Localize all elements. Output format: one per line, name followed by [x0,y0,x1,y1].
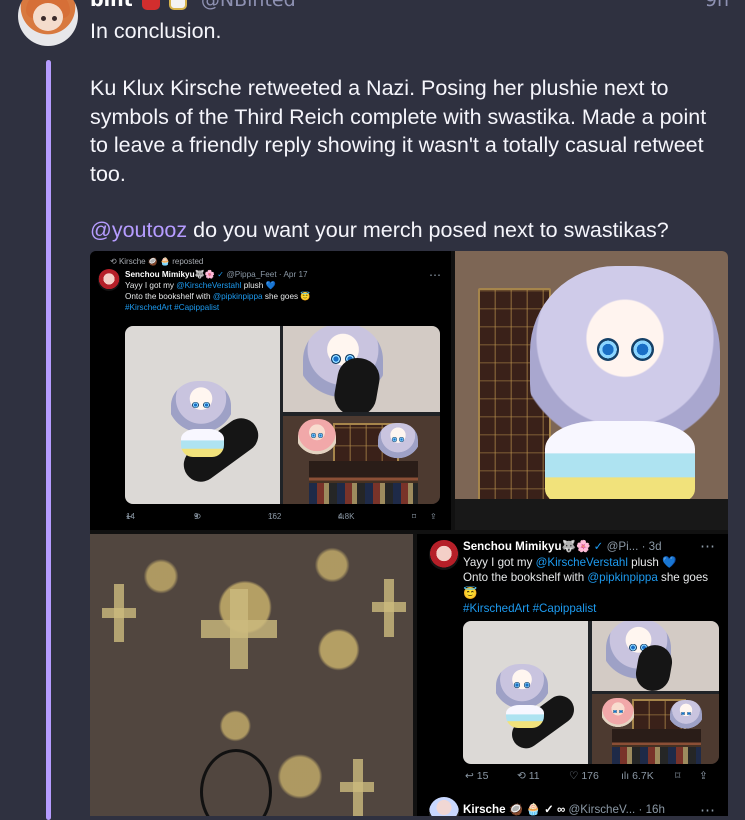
small-tweet-handle[interactable]: @Pippa_Feet · Apr 17 [226,270,307,279]
large-retweet-count[interactable]: ⟲ 11 [517,770,540,782]
post-paragraph-1: In conclusion. [90,19,222,43]
fire-emoji-icon [141,0,160,10]
large-embedded-tweet-image[interactable]: Senchou Mimikyu🐺🌸 ✓ @Pi... · 3d Yayy I g… [417,534,728,816]
post-avatar[interactable] [18,0,78,46]
large-tweet-mention-1[interactable]: @KirscheVerstahl [536,556,628,569]
large-tweet-content: Senchou Mimikyu🐺🌸 ✓ @Pi... · 3d Yayy I g… [463,539,721,617]
thread-line [46,60,51,820]
small-tweet-more-icon[interactable]: ⋯ [429,268,441,282]
large-view-count[interactable]: ılı 6.7K [621,770,654,782]
small-share-icon[interactable]: ⇪ [430,512,437,521]
large-like-count[interactable]: ♡ 176 [569,770,599,782]
repost-icon: ⟲ [110,257,117,266]
post-header: bint @NBinted [90,0,296,11]
small-tweet-mention-2[interactable]: @pipkinpippa [213,292,263,301]
large-tweet-text-before: Yayy I got my [463,555,536,569]
large-tweet-hashtags[interactable]: #KirschedArt #Capippalist [463,602,596,615]
large-tweet-author[interactable]: Senchou Mimikyu🐺🌸 [463,540,590,553]
small-bookmark-icon[interactable]: ⌑ [412,512,416,521]
large-bookmark-icon[interactable]: ⌑ [675,770,680,782]
post-paragraph-2: Ku Klux Kirsche retweeted a Nazi. Posing… [90,76,707,186]
small-tweet-mention-1[interactable]: @KirscheVerstahl [176,281,241,290]
small-tweet-media[interactable] [125,326,440,504]
small-embedded-tweet-image[interactable]: ⟲ Kirsche 🥥 🧁 reposted Senchou Mimikyu🐺🌸… [90,251,451,530]
reposted-by: Kirsche 🥥 🧁 reposted [118,257,204,266]
small-media-bookshelf[interactable] [283,416,440,504]
swastika-closeup-image[interactable] [90,534,413,816]
large-tweet-more-icon[interactable]: ⋯ [700,537,715,555]
small-tweet-actions: ↩ 14 ⟲ 9 ♡ 162 ılı 4.8K ⌑ ⇪ [126,512,437,521]
small-tweet-line2-after: she goes 😇 [262,292,311,301]
large-tweet-text-after: plush 💙 [627,555,677,569]
small-tweet-content: Senchou Mimikyu🐺🌸 ✓ @Pippa_Feet · Apr 17… [125,269,435,313]
post-paragraph-3: @youtooz do you want your merch posed ne… [90,216,730,245]
large-verified-icon: ✓ [593,540,604,553]
reply-author[interactable]: Kirsche 🥥 🧁 ✓ ∞ [463,803,565,816]
repost-header: ⟲ Kirsche 🥥 🧁 reposted [110,257,203,266]
reply-handle[interactable]: @KirscheV... · 16h [569,803,665,816]
large-media-bookshelf[interactable] [592,694,719,764]
small-media-closeup[interactable] [283,326,440,412]
large-tweet-mention-2[interactable]: @pipkinpippa [587,571,657,584]
display-name[interactable]: bint [90,0,133,11]
large-media-closeup[interactable] [592,621,719,691]
verified-icon: ✓ [217,270,225,279]
attached-media-gallery[interactable]: ⟲ Kirsche 🥥 🧁 reposted Senchou Mimikyu🐺🌸… [90,251,728,816]
small-tweet-hashtags[interactable]: #KirschedArt #Capippalist [125,303,219,312]
post-text: In conclusion. Ku Klux Kirsche retweeted… [90,17,730,273]
reply-avatar[interactable] [429,797,459,816]
post-paragraph-3-text: do you want your merch posed next to swa… [187,217,669,242]
large-reply-count[interactable]: ↩ 15 [465,770,488,782]
large-tweet-handle[interactable]: @Pi... · 3d [607,540,662,553]
large-share-icon[interactable]: ⇪ [699,770,708,782]
large-tweet-media[interactable] [463,621,719,764]
small-tweet-avatar[interactable] [98,269,120,291]
small-tweet-text-before: Yayy I got my [125,281,177,290]
small-media-white-door[interactable] [125,326,280,504]
small-tweet-line2-before: Onto the bookshelf with [125,292,213,301]
reply-more-icon[interactable]: ⋯ [700,801,715,816]
small-tweet-author[interactable]: Senchou Mimikyu🐺🌸 [125,270,215,279]
user-handle[interactable]: @NBinted [201,0,296,11]
large-media-white-door[interactable] [463,621,588,764]
small-tweet-text-after: plush 💙 [241,281,276,290]
large-tweet-avatar[interactable] [429,540,459,570]
youtooz-mention[interactable]: @youtooz [90,218,187,242]
plush-bookshelf-image[interactable] [455,251,728,530]
large-tweet-line2-before: Onto the bookshelf with [463,571,588,584]
milk-emoji-icon [168,0,187,10]
post-time: 9h [704,0,729,11]
reply-header: Kirsche 🥥 🧁 ✓ ∞ @KirscheV... · 16h [463,802,665,816]
